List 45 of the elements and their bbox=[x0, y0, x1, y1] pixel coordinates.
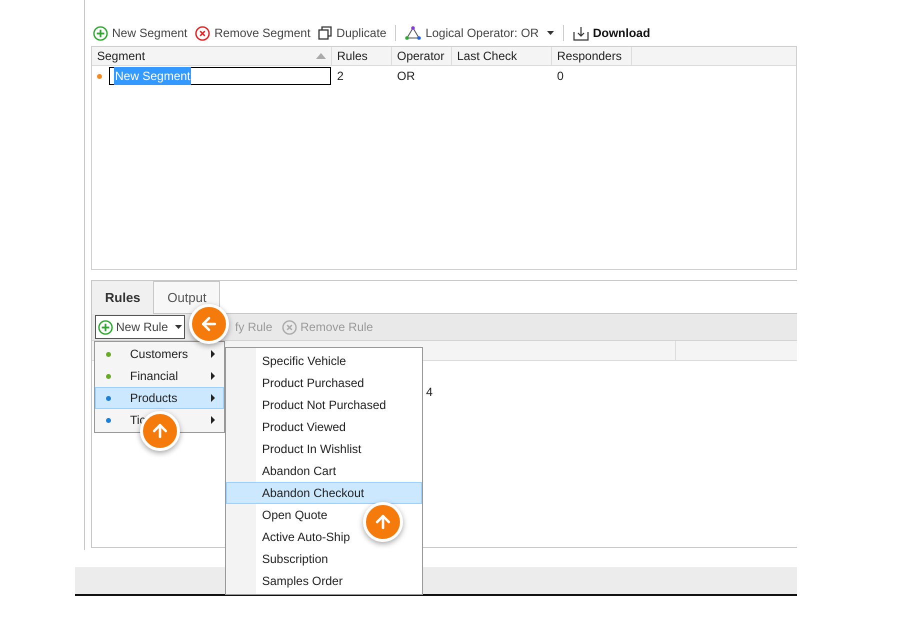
table-cell-text: 0 bbox=[556, 68, 565, 85]
column-header[interactable]: Segment bbox=[92, 47, 332, 65]
submenu-arrow-icon bbox=[211, 394, 215, 402]
table-cell-text: OR bbox=[396, 68, 416, 85]
menu-item[interactable]: Active Auto-Ship bbox=[226, 526, 422, 548]
duplicate-button[interactable]: Duplicate bbox=[318, 24, 386, 42]
menu-item[interactable]: Abandon Cart bbox=[226, 460, 422, 482]
submenu-arrow-icon bbox=[211, 416, 215, 424]
menu-item[interactable]: Products bbox=[95, 387, 224, 409]
close-circle-icon bbox=[195, 26, 210, 40]
table-cell: 4 bbox=[426, 385, 433, 399]
plus-circle-icon bbox=[98, 320, 113, 334]
submenu-arrow-icon bbox=[211, 350, 215, 358]
add-button[interactable]: New Segment bbox=[93, 24, 188, 42]
tab[interactable]: Output bbox=[154, 281, 220, 314]
menu-item[interactable]: Specific Vehicle bbox=[226, 350, 422, 372]
arrow-left-icon bbox=[199, 314, 219, 334]
menu-item[interactable]: Product Purchased bbox=[226, 372, 422, 394]
copy-icon bbox=[318, 26, 332, 40]
table-cell-text: 2 bbox=[336, 68, 345, 85]
remove-button[interactable]: Remove Segment bbox=[195, 24, 310, 42]
menu-item[interactable]: Abandon Checkout bbox=[226, 482, 422, 504]
download-button[interactable]: Download bbox=[572, 24, 650, 42]
submenu-arrow-icon bbox=[211, 372, 215, 380]
menu-item[interactable]: Financial bbox=[95, 365, 224, 387]
column-header[interactable]: Operator bbox=[392, 47, 452, 65]
caret-icon bbox=[546, 31, 554, 35]
menu-item[interactable]: Customers bbox=[95, 343, 224, 365]
caret-icon bbox=[175, 325, 182, 329]
tab[interactable]: Rules bbox=[92, 281, 154, 314]
arrow-up-icon bbox=[373, 512, 393, 532]
column-header[interactable]: Last Check bbox=[452, 47, 552, 65]
plus-circle-icon bbox=[93, 26, 108, 40]
column-header[interactable]: Responders bbox=[552, 47, 632, 65]
add-rule-button[interactable]: New Rule bbox=[95, 315, 186, 339]
operator-button[interactable]: Logical Operator: OR bbox=[405, 24, 554, 42]
menu-item[interactable]: Product Not Purchased bbox=[226, 394, 422, 416]
menu-item[interactable]: Product In Wishlist bbox=[226, 438, 422, 460]
close-circle-icon bbox=[282, 320, 298, 334]
menu-item[interactable]: Open Quote bbox=[226, 504, 422, 526]
menu-item[interactable]: Product Viewed bbox=[226, 416, 422, 438]
column-header[interactable]: Rules bbox=[332, 47, 392, 65]
triangle-nodes-icon bbox=[405, 26, 422, 40]
download-icon bbox=[572, 26, 589, 40]
menu-item[interactable]: Subscription bbox=[226, 548, 422, 570]
